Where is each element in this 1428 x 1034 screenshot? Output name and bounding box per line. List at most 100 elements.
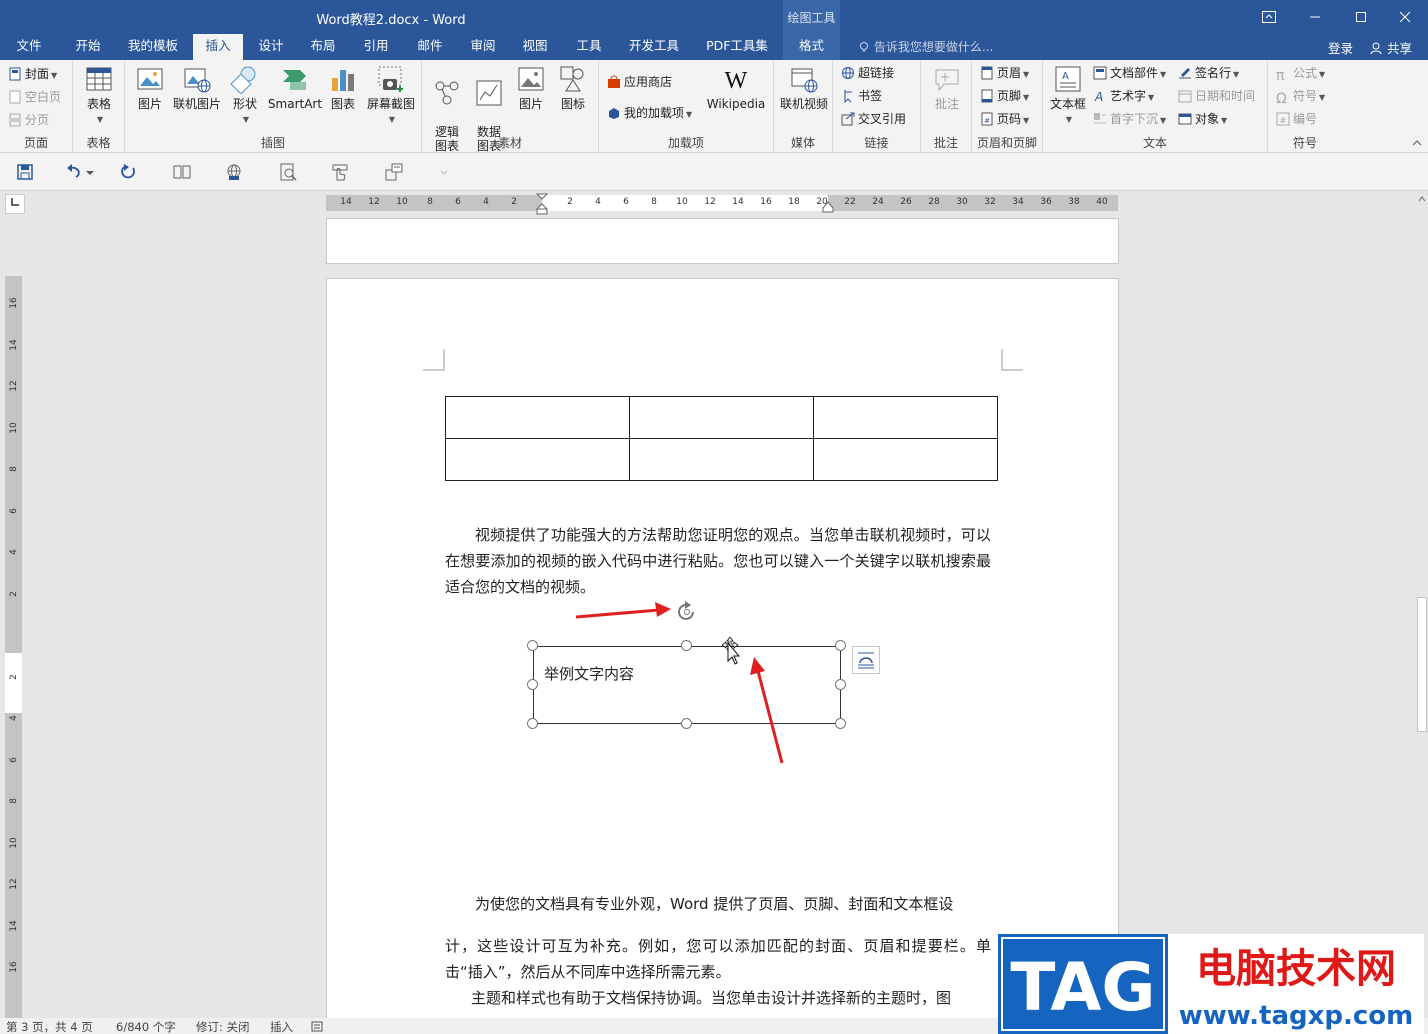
cover-page-button[interactable]: 封面 ▼ [8, 64, 57, 86]
tab-design[interactable]: 设计 [248, 34, 294, 60]
tab-my-templates[interactable]: 我的模板 [118, 34, 188, 60]
right-indent-marker-icon[interactable] [821, 201, 835, 213]
insert-mode-status[interactable]: 插入 [270, 1019, 293, 1034]
comment-button[interactable]: 批注 [927, 64, 967, 111]
signature-line-button[interactable]: 签名行 ▼ [1178, 63, 1239, 85]
side-by-side-icon[interactable] [172, 162, 192, 182]
track-changes-status[interactable]: 修订: 关闭 [196, 1019, 250, 1034]
blank-page-button[interactable]: 空白页 [8, 87, 61, 109]
page-break-button[interactable]: 分页 [8, 110, 49, 132]
document-table[interactable] [445, 396, 998, 481]
tab-view[interactable]: 视图 [512, 34, 558, 60]
smartart-button[interactable]: SmartArt [265, 64, 325, 111]
tab-format[interactable]: 格式 [783, 34, 840, 60]
chart-button[interactable]: 图表 [325, 64, 361, 111]
tab-selector[interactable] [5, 194, 25, 214]
minimize-button[interactable] [1292, 0, 1338, 34]
share-button[interactable]: 共享 [1370, 38, 1412, 57]
horizontal-ruler[interactable]: 14 12 10 8 6 4 2 2 4 6 8 10 12 14 16 18 20 22 24 26 28 30 32 34… [326, 193, 1118, 215]
collapse-ribbon-icon[interactable] [1412, 137, 1422, 150]
equation-button[interactable]: π 公式 ▼ [1276, 63, 1325, 85]
macro-record-icon[interactable] [311, 1020, 323, 1032]
tab-pdf-tools[interactable]: PDF工具集 [700, 34, 774, 60]
date-time-button[interactable]: 日期和时间 [1178, 86, 1255, 108]
my-addins-button[interactable]: 我的加载项 ▼ [607, 103, 692, 125]
text-box[interactable]: 举例文字内容 [533, 646, 841, 724]
login-link[interactable]: 登录 [1328, 38, 1353, 57]
page-count-status[interactable]: 第 3 页，共 4 页 [6, 1019, 93, 1034]
scrollbar-thumb[interactable] [1417, 597, 1427, 732]
resize-handle-bottom-left[interactable] [527, 718, 538, 729]
picture-button[interactable]: 图片 [131, 64, 169, 111]
ribbon-display-options-icon[interactable] [1246, 0, 1292, 34]
web-layout-icon[interactable] [224, 162, 244, 182]
paragraph-professional-rest[interactable]: 计，这些设计可互为补充。例如，您可以添加匹配的封面、页眉和提要栏。单击“插入”，… [445, 933, 991, 985]
vertical-ruler[interactable]: 16 14 12 10 8 6 4 2 2 4 6 8 10 12 14 16 [5, 276, 22, 1018]
tab-review[interactable]: 审阅 [460, 34, 506, 60]
tab-developer[interactable]: 开发工具 [622, 34, 686, 60]
tab-file[interactable]: 文件 [6, 34, 52, 60]
store-button[interactable]: 应用商店 [607, 72, 672, 94]
textbox-button[interactable]: A 文本框 ▼ [1047, 64, 1089, 127]
resize-handle-left[interactable] [527, 679, 538, 690]
touch-mode-icon[interactable] [330, 162, 350, 182]
resize-handle-right[interactable] [835, 679, 846, 690]
hyperlink-button[interactable]: 超链接 [841, 63, 894, 85]
online-picture-button[interactable]: 联机图片 [171, 64, 223, 111]
quick-parts-button[interactable]: 文档部件 ▼ [1093, 63, 1166, 85]
wikipedia-button[interactable]: W Wikipedia [703, 64, 769, 111]
table-cell[interactable] [813, 438, 998, 481]
resize-handle-bottom[interactable] [681, 718, 692, 729]
scroll-up-icon[interactable] [1418, 196, 1426, 202]
tab-home[interactable]: 开始 [62, 34, 114, 60]
maximize-button[interactable] [1338, 0, 1384, 34]
bookmark-button[interactable]: 书签 [841, 86, 882, 108]
online-video-button[interactable]: 联机视频 [777, 64, 831, 111]
table-cell[interactable] [629, 396, 814, 439]
print-preview-icon[interactable] [278, 162, 298, 182]
number-button[interactable]: # 编号 [1276, 109, 1317, 131]
customize-toolbar-icon[interactable] [384, 162, 404, 182]
tab-layout[interactable]: 布局 [300, 34, 346, 60]
redo-icon[interactable] [118, 162, 138, 182]
toolbar-more-icon[interactable] [438, 162, 450, 182]
table-cell[interactable] [445, 396, 630, 439]
tell-me-box[interactable]: 告诉我您想要做什么... [858, 38, 993, 55]
drop-cap-button[interactable]: 首字下沉 ▼ [1093, 109, 1166, 131]
object-button[interactable]: 对象 ▼ [1178, 109, 1227, 131]
text-box-content[interactable]: 举例文字内容 [544, 663, 634, 684]
table-cell[interactable] [813, 396, 998, 439]
page-number-button[interactable]: # 页码 ▼ [980, 109, 1029, 131]
paragraph-themes[interactable]: 主题和样式也有助于文档保持协调。当您单击设计并选择新的主题时，图 [445, 985, 991, 1011]
paragraph-video[interactable]: 视频提供了功能强大的方法帮助您证明您的观点。当您单击联机视频时，可以在想要添加的… [445, 522, 991, 600]
material-picture-button[interactable]: 图片 [512, 64, 550, 111]
paragraph-professional-line1[interactable]: 为使您的文档具有专业外观，Word 提供了页眉、页脚、封面和文本框设 [445, 891, 991, 917]
vertical-scrollbar[interactable] [1416, 191, 1428, 1018]
table-button[interactable]: 表格 ▼ [79, 64, 119, 127]
tab-references[interactable]: 引用 [353, 34, 399, 60]
shapes-button[interactable]: 形状 ▼ [225, 64, 265, 127]
tab-tools[interactable]: 工具 [566, 34, 612, 60]
resize-handle-top-left[interactable] [527, 640, 538, 651]
screenshot-button[interactable]: 屏幕截图 ▼ [363, 64, 419, 127]
icon-button[interactable]: 图标 [554, 64, 592, 111]
tab-mailings[interactable]: 邮件 [407, 34, 453, 60]
document-page[interactable]: 视频提供了功能强大的方法帮助您证明您的观点。当您单击联机视频时，可以在想要添加的… [326, 278, 1119, 1034]
table-cell[interactable] [629, 438, 814, 481]
resize-handle-top-right[interactable] [835, 640, 846, 651]
cross-reference-button[interactable]: 交叉引用 [841, 109, 906, 131]
undo-dropdown-icon[interactable] [84, 162, 96, 182]
table-cell[interactable] [445, 438, 630, 481]
footer-button[interactable]: 页脚 ▼ [980, 86, 1029, 108]
undo-icon[interactable] [64, 162, 84, 182]
symbol-button[interactable]: Ω 符号 ▼ [1276, 86, 1325, 108]
resize-handle-bottom-right[interactable] [835, 718, 846, 729]
resize-handle-top[interactable] [681, 640, 692, 651]
tab-insert[interactable]: 插入 [193, 34, 243, 60]
rotate-handle-icon[interactable] [674, 599, 700, 625]
save-icon[interactable] [15, 162, 35, 182]
indent-marker-icon[interactable] [535, 193, 549, 215]
layout-options-button[interactable] [852, 646, 880, 674]
word-count-status[interactable]: 6/840 个字 [116, 1019, 176, 1034]
header-button[interactable]: 页眉 ▼ [980, 63, 1029, 85]
